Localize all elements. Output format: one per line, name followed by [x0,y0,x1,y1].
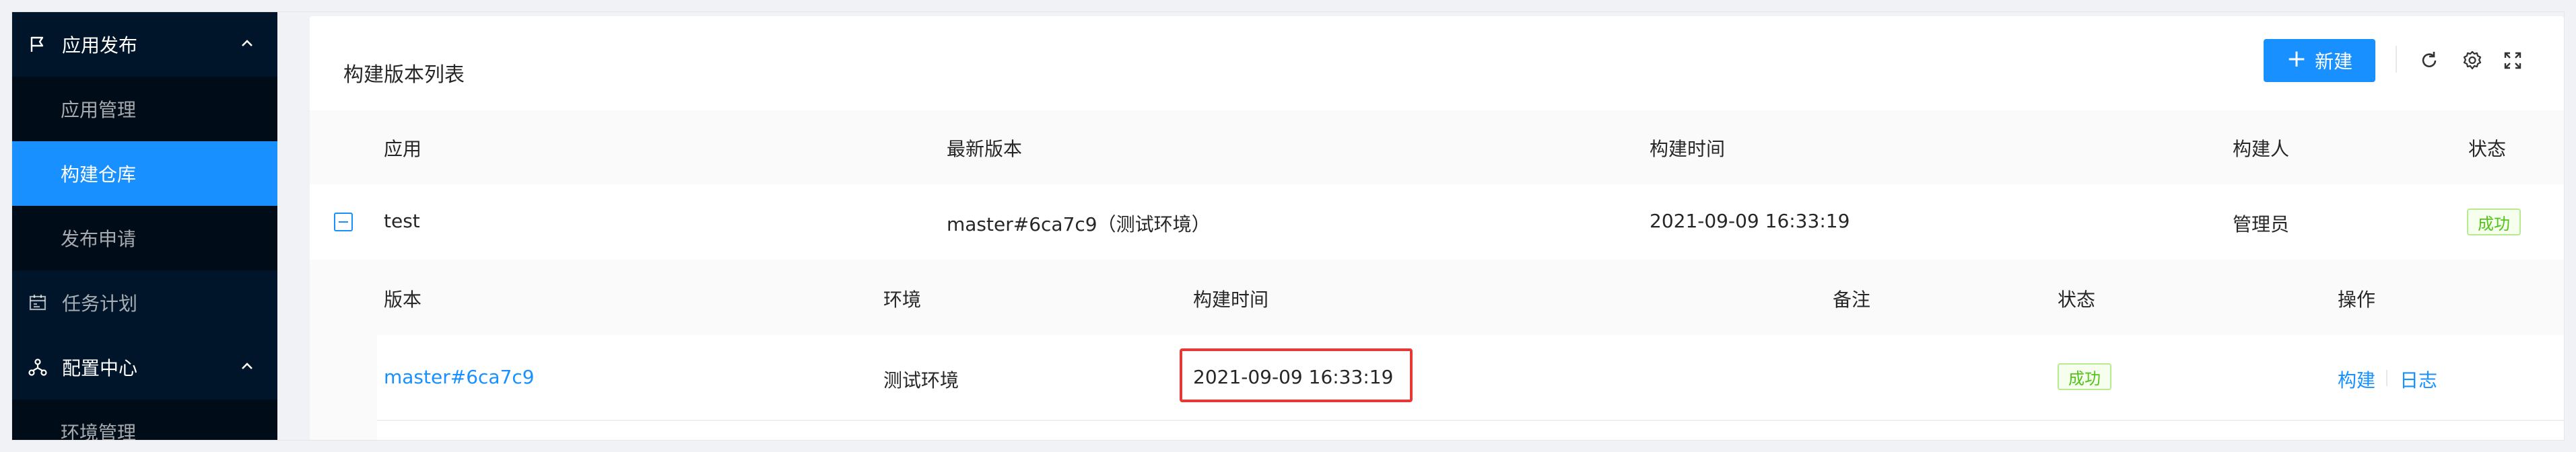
nested-table-row: master#6ca7c9 测试环境 2021-09-09 16:33:19 成… [377,335,2564,421]
column-header-builder[interactable]: 构建人 [2233,135,2289,161]
menu-group-app-release[interactable]: 应用发布 [12,12,277,77]
schedule-icon [28,293,47,312]
reload-icon[interactable] [2418,50,2440,71]
build-list-card: 构建版本列表 + 新建 应用 最新版本 构建时间 构建人 状态 test mas… [310,16,2564,440]
status-badge: 成功 [2467,209,2521,235]
menu-group-config-center[interactable]: 配置中心 [12,335,277,400]
log-action-link[interactable]: 日志 [2400,366,2437,393]
flag-icon [28,35,47,54]
table-header: 应用 最新版本 构建时间 构建人 状态 [310,110,2564,186]
sidebar-item-label: 发布申请 [61,228,137,250]
new-button-label: 新建 [2315,50,2353,73]
chevron-up-icon [242,40,252,46]
menu-group-label: 配置中心 [62,357,138,379]
cell-env: 测试环境 [883,369,959,391]
nested-table-next-row [377,421,2564,440]
column-header-status: 状态 [2058,289,2096,311]
table-row[interactable]: test master#6ca7c9（测试环境） 2021-09-09 16:3… [310,184,2564,261]
cell-builder: 管理员 [2233,213,2290,235]
column-header-remark: 备注 [1833,289,1871,311]
status-badge: 成功 [2058,363,2111,390]
menu-group-label: 应用发布 [62,34,138,57]
build-action-link[interactable]: 构建 [2338,366,2375,393]
sidebar-item-build-repo[interactable]: 构建仓库 [12,141,277,206]
cell-latest-version: master#6ca7c9（测试环境） [947,213,1211,235]
toolbar-divider [2396,46,2397,73]
column-header-status[interactable]: 状态 [2468,135,2506,161]
column-header-build-time[interactable]: 构建时间 [1650,135,1725,161]
sidebar-item-task-schedule[interactable]: 任务计划 [12,270,277,335]
minus-icon [339,221,348,223]
version-link[interactable]: master#6ca7c9 [384,366,535,388]
setting-icon[interactable] [2462,50,2483,71]
new-button[interactable]: + 新建 [2264,39,2375,82]
fullscreen-icon[interactable] [2502,50,2523,71]
column-header-env: 环境 [883,289,922,311]
chevron-up-icon [242,363,252,369]
sidebar-item-env-management[interactable]: 环境管理 [12,400,277,440]
collapse-row-button[interactable] [334,213,353,231]
sidebar-item-label: 任务计划 [62,293,138,315]
column-header-app[interactable]: 应用 [384,135,421,161]
expanded-row-panel: 版本 环境 构建时间 备注 状态 操作 master#6ca7c9 测试环境 2… [310,260,2564,440]
nested-table-header: 版本 环境 构建时间 备注 状态 操作 [310,260,2564,335]
sidebar-item-release-request[interactable]: 发布申请 [12,206,277,270]
app-frame: 应用发布 应用管理 构建仓库 发布申请 任务计划 配置中心 环境管理 构建版本列… [12,12,2564,440]
sidebar: 应用发布 应用管理 构建仓库 发布申请 任务计划 配置中心 环境管理 [12,12,277,440]
sidebar-item-label: 构建仓库 [61,163,137,186]
cell-build-time: 2021-09-09 16:33:19 [1193,366,1394,388]
sidebar-item-app-management[interactable]: 应用管理 [12,77,277,141]
column-header-build-time: 构建时间 [1193,289,1269,311]
cell-app: test [384,210,420,232]
sidebar-item-label: 应用管理 [61,99,137,121]
cell-build-time: 2021-09-09 16:33:19 [1650,210,1850,232]
column-header-latest-version[interactable]: 最新版本 [947,135,1022,161]
sidebar-item-label: 环境管理 [61,422,137,440]
column-header-actions: 操作 [2338,289,2376,311]
column-header-version: 版本 [384,289,422,311]
page-title: 构建版本列表 [343,63,465,87]
plus-icon: + [2286,45,2307,73]
cluster-icon [28,358,47,377]
action-divider [2386,370,2387,386]
